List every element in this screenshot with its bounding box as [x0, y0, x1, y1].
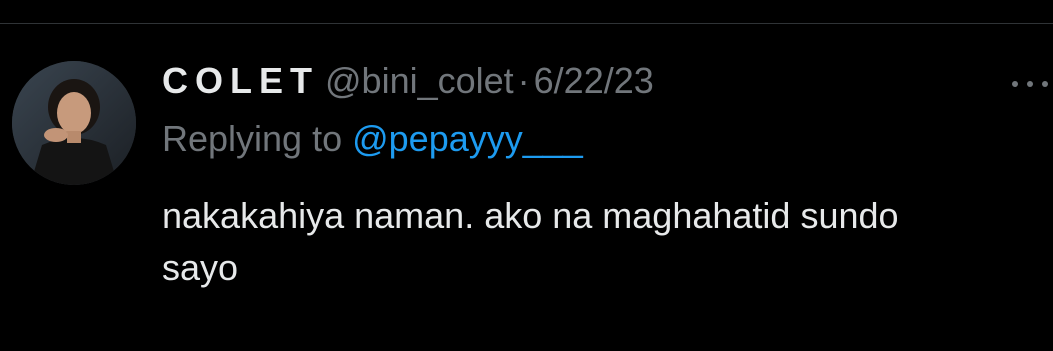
display-name[interactable]: COLET [162, 60, 319, 102]
tweet-text-line: sayo [162, 247, 239, 288]
avatar-photo [12, 61, 136, 185]
tweet-header: COLET @bini_colet · 6/22/23 [162, 60, 654, 104]
more-horizontal-icon-dot [1042, 81, 1048, 87]
tweet-text: nakakahiya naman. ako na maghahatid sund… [162, 190, 1053, 294]
avatar[interactable] [12, 61, 136, 185]
separator-dot: · [517, 60, 530, 101]
user-handle[interactable]: @bini_colet [325, 60, 514, 102]
more-horizontal-icon-dot [1027, 81, 1033, 87]
tweet[interactable]: COLET @bini_colet · 6/22/23 Replying to @… [0, 24, 1053, 351]
tweet-text-line: nakakahiya naman. ako na maghahatid sund… [162, 195, 899, 236]
more-horizontal-icon [1012, 81, 1018, 87]
replying-to-label: Replying to [162, 118, 343, 159]
timestamp[interactable]: 6/22/23 [534, 60, 654, 102]
more-options-button[interactable] [1012, 74, 1053, 94]
replying-to: Replying to @pepayyy___ [162, 118, 583, 160]
reply-handle-link[interactable]: @pepayyy___ [352, 118, 583, 159]
